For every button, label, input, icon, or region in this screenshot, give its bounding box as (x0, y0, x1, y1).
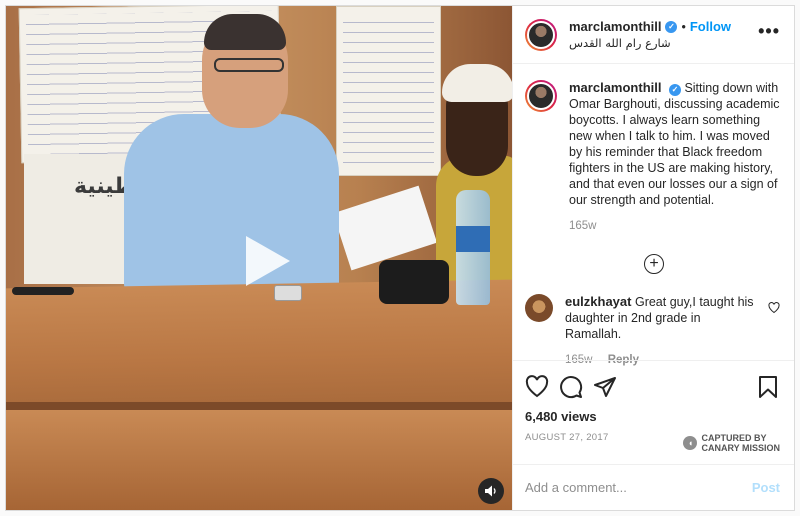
follow-button[interactable]: Follow (690, 19, 731, 34)
speaker-icon[interactable] (478, 478, 504, 504)
comment-bubble-icon[interactable] (559, 375, 583, 399)
comment-item: eulzkhayat Great guy,I taught his daught… (525, 294, 780, 368)
separator-dot: • (681, 19, 686, 34)
watermark-line-2: CANARY MISSION (701, 443, 780, 453)
table-front (6, 410, 512, 510)
man-hair (204, 14, 286, 50)
play-icon[interactable] (238, 232, 294, 290)
avatar[interactable] (525, 18, 557, 51)
avatar[interactable] (525, 294, 553, 322)
verified-badge-icon: ✓ (665, 20, 678, 33)
comments-section[interactable]: marclamonthill ✓ Sitting down with Omar … (513, 64, 794, 366)
wall-poster (336, 6, 441, 176)
post-comment-button[interactable]: Post (752, 480, 780, 495)
comment-like-heart-icon[interactable] (768, 302, 780, 314)
caption-time[interactable]: 165w (569, 220, 597, 232)
add-comment-bar: Post (513, 464, 794, 510)
canary-logo-icon: ◖ (683, 436, 698, 450)
avatar[interactable] (525, 80, 557, 112)
post-video[interactable]: طينية (6, 6, 512, 510)
bookmark-icon[interactable] (756, 375, 780, 399)
camera (379, 260, 449, 304)
man-figure (124, 114, 339, 294)
glasses (214, 58, 284, 72)
heart-icon[interactable] (525, 375, 549, 399)
comment-username[interactable]: eulzkhayat (565, 294, 631, 309)
view-count[interactable]: 6,480 views (525, 409, 780, 424)
verified-badge-icon: ✓ (668, 84, 681, 96)
post-side-panel: marclamonthill ✓ • Follow شارع رام الله … (512, 6, 794, 510)
caption: marclamonthill ✓ Sitting down with Omar … (525, 80, 780, 234)
more-options-icon[interactable]: ••• (758, 21, 780, 42)
phone (12, 287, 74, 295)
load-more-comments-button[interactable]: + (644, 254, 664, 274)
comment-input[interactable] (525, 480, 752, 495)
instagram-post: طينية marclamonthill ✓ • Follow شارع رام… (5, 5, 795, 511)
caption-text: Sitting down with Omar Barghouti, discus… (569, 81, 780, 207)
headwrap (442, 64, 512, 102)
caption-username[interactable]: marclamonthill (569, 80, 661, 95)
header-username[interactable]: marclamonthill (569, 19, 661, 34)
canary-mission-watermark: ◖ CAPTURED BY CANARY MISSION (683, 433, 780, 453)
post-header: marclamonthill ✓ • Follow شارع رام الله … (513, 6, 794, 64)
location-link[interactable]: شارع رام الله القدس (569, 36, 758, 50)
watermark-line-1: CAPTURED BY (701, 433, 767, 443)
bottle-label (456, 226, 490, 252)
paper-plane-icon[interactable] (593, 375, 617, 399)
post-actions: 6,480 views AUGUST 27, 2017 ◖ CAPTURED B… (513, 360, 794, 464)
